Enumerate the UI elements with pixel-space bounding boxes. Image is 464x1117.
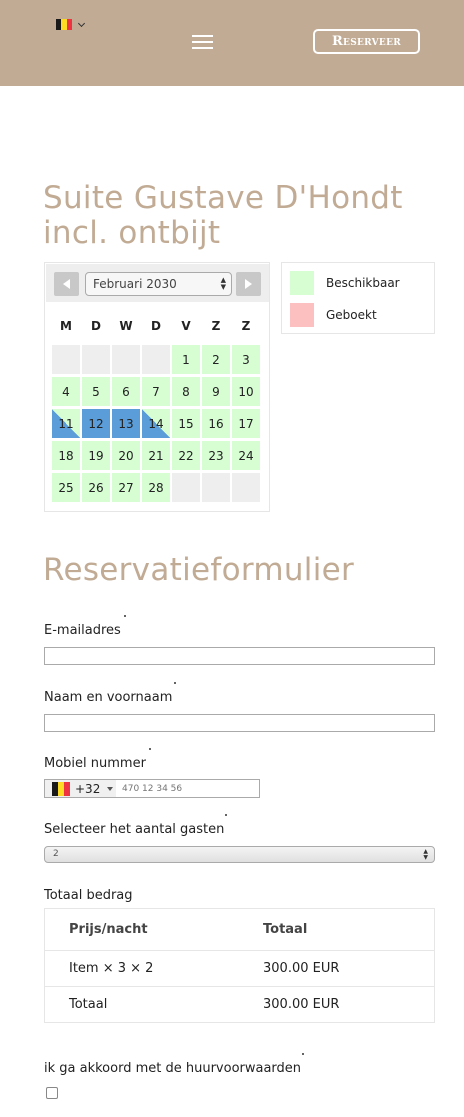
- available-swatch: [290, 271, 314, 295]
- guests-label: Selecteer het aantal gasten: [44, 822, 225, 837]
- guests-select[interactable]: 2 ▲ ▼: [44, 846, 435, 863]
- total-label: Totaal bedrag: [44, 888, 133, 903]
- calendar-day-2[interactable]: 2: [202, 345, 230, 374]
- language-switcher[interactable]: [56, 19, 86, 30]
- calendar-day-28[interactable]: 28: [142, 473, 170, 502]
- calendar-day-6[interactable]: 6: [112, 377, 140, 406]
- next-month-button[interactable]: [236, 272, 261, 296]
- table-cell: Totaal: [69, 997, 108, 1012]
- calendar-day-22[interactable]: 22: [172, 441, 200, 470]
- phone-number-input[interactable]: [116, 780, 259, 797]
- calendar-empty-cell: [142, 345, 170, 374]
- calendar-day-4[interactable]: 4: [52, 377, 80, 406]
- calendar-day-7[interactable]: 7: [142, 377, 170, 406]
- phone-field: +32: [44, 779, 260, 798]
- row-divider: [45, 950, 434, 951]
- calendar-day-21[interactable]: 21: [142, 441, 170, 470]
- country-code-dropdown[interactable]: +32: [45, 780, 116, 797]
- required-marker: [124, 615, 126, 617]
- calendar-day-26[interactable]: 26: [82, 473, 110, 502]
- calendar-day-1[interactable]: 1: [172, 345, 200, 374]
- calendar-day-12[interactable]: 12: [82, 409, 110, 438]
- totals-table: Prijs/nacht Totaal Item × 3 × 2 300.00 E…: [44, 908, 435, 1023]
- calendar-header: Februari 2030 ▲ ▼: [46, 264, 269, 302]
- weekday-header: D: [151, 319, 161, 333]
- weekday-header: Z: [241, 319, 251, 333]
- terms-checkbox[interactable]: [46, 1087, 58, 1099]
- legend-booked-label: Geboekt: [326, 308, 377, 322]
- previous-month-button[interactable]: [54, 272, 79, 296]
- table-cell: Item × 3 × 2: [69, 961, 154, 976]
- email-label: E-mailadres: [44, 623, 121, 638]
- calendar-day-9[interactable]: 9: [202, 377, 230, 406]
- required-marker: [302, 1053, 304, 1055]
- guests-select-value: 2: [53, 849, 59, 859]
- legend-item-booked: Geboekt: [290, 303, 377, 327]
- table-cell: 300.00 EUR: [263, 997, 340, 1012]
- select-arrows-icon: ▲ ▼: [423, 848, 428, 861]
- calendar-day-3[interactable]: 3: [232, 345, 260, 374]
- calendar-legend: Beschikbaar Geboekt: [281, 262, 435, 334]
- calendar-day-17[interactable]: 17: [232, 409, 260, 438]
- arrow-left-icon: [63, 279, 70, 289]
- calendar-empty-cell: [52, 345, 80, 374]
- site-header: Reserveer: [0, 0, 464, 86]
- belgium-flag-icon: [56, 19, 72, 30]
- required-marker: [225, 814, 227, 816]
- column-header: Prijs/nacht: [69, 922, 148, 937]
- calendar-day-10[interactable]: 10: [232, 377, 260, 406]
- weekday-header: V: [181, 319, 191, 333]
- required-marker: [174, 682, 176, 684]
- arrow-right-icon: [245, 279, 252, 289]
- table-cell: 300.00 EUR: [263, 961, 340, 976]
- calendar-empty-cell: [202, 473, 230, 502]
- legend-available-label: Beschikbaar: [326, 276, 400, 290]
- select-arrows-icon: ▲ ▼: [220, 276, 226, 291]
- country-code-value: +32: [75, 781, 101, 796]
- form-title: Reservatieformulier: [43, 552, 355, 588]
- calendar-day-5[interactable]: 5: [82, 377, 110, 406]
- page-title: Suite Gustave D'Hondt incl. ontbijt: [43, 180, 403, 251]
- calendar-day-18[interactable]: 18: [52, 441, 80, 470]
- calendar-day-25[interactable]: 25: [52, 473, 80, 502]
- calendar-empty-cell: [82, 345, 110, 374]
- name-field[interactable]: [44, 714, 435, 732]
- weekday-header: D: [91, 319, 101, 333]
- row-divider: [45, 986, 434, 987]
- email-field[interactable]: [44, 647, 435, 665]
- calendar-day-15[interactable]: 15: [172, 409, 200, 438]
- phone-label: Mobiel nummer: [44, 756, 146, 771]
- chevron-down-icon: [77, 19, 86, 27]
- weekday-header: M: [60, 319, 72, 333]
- belgium-flag-icon: [52, 781, 70, 796]
- dropdown-arrow-icon: [107, 786, 114, 791]
- weekday-header: W: [119, 319, 133, 333]
- calendar-empty-cell: [232, 473, 260, 502]
- calendar-day-20[interactable]: 20: [112, 441, 140, 470]
- calendar-day-23[interactable]: 23: [202, 441, 230, 470]
- calendar-day-13[interactable]: 13: [112, 409, 140, 438]
- calendar-day-19[interactable]: 19: [82, 441, 110, 470]
- calendar-empty-cell: [112, 345, 140, 374]
- calendar-day-27[interactable]: 27: [112, 473, 140, 502]
- required-marker: [149, 748, 151, 750]
- hamburger-menu-icon[interactable]: [192, 35, 213, 49]
- terms-label: ik ga akkoord met de huurvoorwaarden: [44, 1061, 302, 1076]
- weekday-header: Z: [211, 319, 221, 333]
- name-label: Naam en voornaam: [44, 690, 173, 705]
- calendar-empty-cell: [172, 473, 200, 502]
- month-select-value: Februari 2030: [93, 277, 177, 291]
- availability-calendar: Februari 2030 ▲ ▼ M D W D V Z Z 1 2 3 4 5 6 7 8 9 10 11 12 1…: [44, 262, 270, 512]
- reserve-button[interactable]: Reserveer: [313, 29, 420, 54]
- calendar-day-24[interactable]: 24: [232, 441, 260, 470]
- calendar-day-11[interactable]: 11: [52, 409, 80, 438]
- month-select[interactable]: Februari 2030 ▲ ▼: [85, 272, 232, 296]
- calendar-day-14[interactable]: 14: [142, 409, 170, 438]
- column-header: Totaal: [263, 922, 308, 937]
- legend-item-available: Beschikbaar: [290, 271, 400, 295]
- calendar-day-16[interactable]: 16: [202, 409, 230, 438]
- calendar-day-8[interactable]: 8: [172, 377, 200, 406]
- booked-swatch: [290, 303, 314, 327]
